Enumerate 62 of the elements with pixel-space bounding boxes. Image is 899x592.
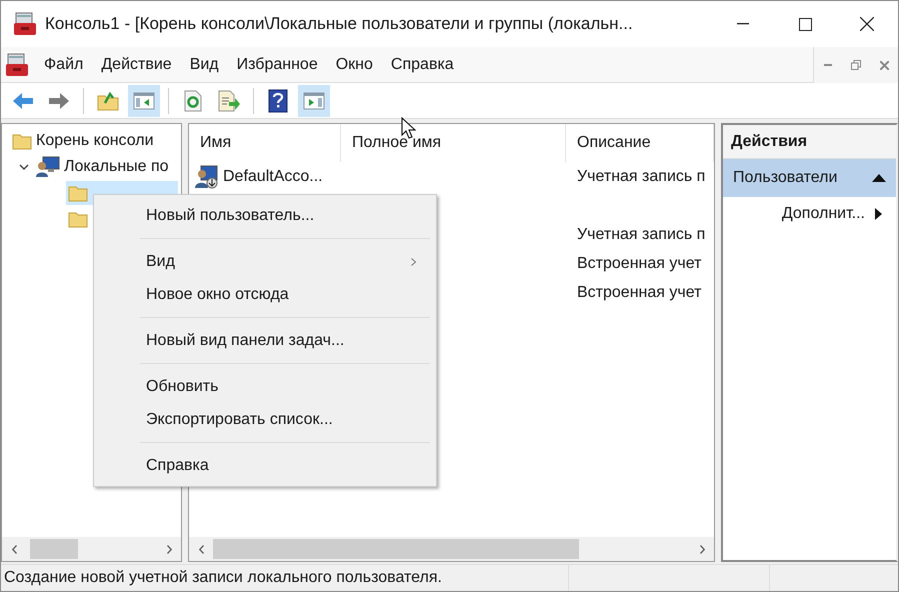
context-menu-item[interactable]: Справка [94, 449, 436, 482]
scroll-left-icon[interactable] [198, 544, 204, 554]
column-header[interactable]: Имя [189, 124, 341, 162]
scroll-right-icon[interactable] [700, 544, 704, 554]
table-cell-text: DefaultAcco... [223, 166, 323, 186]
tree-item[interactable]: Корень консоли [10, 129, 154, 153]
computer-user-icon [36, 156, 60, 178]
expand-chevron-icon[interactable] [19, 163, 29, 171]
horizontal-scrollbar[interactable] [2, 537, 181, 561]
scroll-right-icon[interactable] [166, 544, 172, 554]
toolbox-icon [5, 52, 31, 76]
minimize-icon [737, 23, 749, 25]
toolbox-icon [13, 12, 39, 36]
scroll-thumb[interactable] [213, 539, 579, 559]
close-icon [880, 60, 888, 70]
context-menu-item[interactable]: Экспортировать список... [94, 403, 436, 436]
minimize-icon [824, 64, 832, 66]
context-menu-item[interactable]: Новое окно отсюда [94, 278, 436, 311]
forward-arrow-icon [47, 90, 71, 110]
table-cell-text: Учетная запись п [576, 224, 706, 244]
status-text: Создание новой учетной записи локального пользователя. [3, 568, 443, 588]
table-cell-text: Встроенная учет [576, 254, 702, 274]
submenu-triangle-icon [875, 208, 882, 220]
export-list-icon [217, 90, 241, 112]
menu-item[interactable]: Вид [180, 52, 228, 76]
menu-item[interactable]: Избранное [228, 52, 327, 76]
restore-icon [851, 60, 861, 70]
actions-header: Действия [723, 125, 896, 159]
tree-label: Корень консоли [36, 131, 154, 151]
menu-item[interactable]: Справка [382, 52, 463, 76]
menu-item[interactable]: Действие [92, 52, 181, 76]
menu-item[interactable]: Окно [326, 52, 382, 76]
close-icon [860, 17, 874, 31]
folder-icon [68, 184, 88, 202]
maximize-icon [798, 18, 812, 30]
scroll-thumb[interactable] [30, 539, 78, 559]
actions-section[interactable]: Пользователи [723, 159, 896, 197]
action-item[interactable]: Дополнит... [723, 197, 896, 231]
context-menu-item[interactable]: Новый вид панели задач... [94, 324, 436, 357]
folder-up-icon [97, 90, 119, 110]
menu-item[interactable]: Файл [35, 52, 92, 76]
context-menu-item[interactable]: Обновить [94, 370, 436, 403]
table-cell-text: Учетная запись п [576, 166, 706, 186]
pane-right-icon [303, 90, 325, 110]
context-menu-item[interactable]: Вид [94, 245, 436, 278]
section-label: Пользователи [733, 168, 838, 188]
tree-item[interactable]: Локальные по [34, 155, 169, 179]
folder-icon [12, 132, 32, 150]
table-cell-text: Встроенная учет [576, 282, 702, 302]
collapse-triangle-icon [872, 174, 886, 182]
tree-label: Локальные по [64, 157, 169, 177]
help-icon [268, 88, 288, 112]
scroll-left-icon[interactable] [12, 544, 16, 554]
context-menu-item[interactable]: Новый пользователь... [94, 199, 436, 232]
column-header[interactable]: Описание [566, 124, 714, 162]
folder-icon [68, 210, 88, 228]
user-icon [195, 164, 219, 188]
pane-left-icon [133, 90, 155, 110]
back-arrow-icon [11, 90, 35, 110]
horizontal-scrollbar[interactable] [189, 537, 714, 561]
window-title: Консоль1 - [Корень консоли\Локальные пользователи и группы (локальн... [45, 13, 634, 36]
refresh-icon [183, 90, 203, 112]
